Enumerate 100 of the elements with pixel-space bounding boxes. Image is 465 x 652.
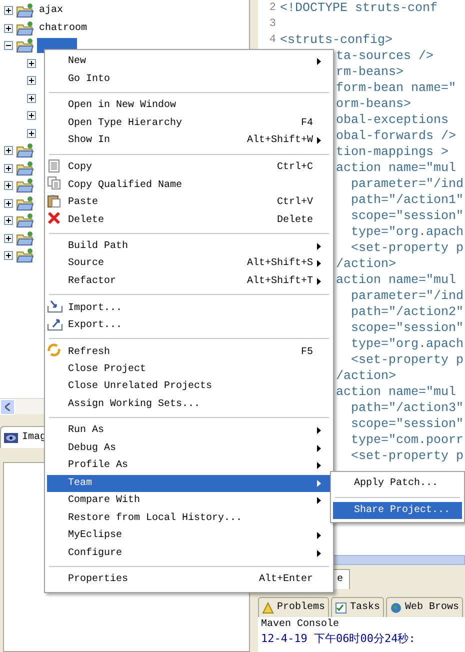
expander-icon[interactable] <box>4 216 13 226</box>
view-tab[interactable]: Tasks <box>331 597 384 617</box>
globe-icon <box>390 602 402 614</box>
menu-item[interactable]: Configure <box>47 544 331 562</box>
expander-icon[interactable] <box>4 6 13 16</box>
checklist-icon <box>335 602 348 614</box>
menu-item[interactable]: Show In Alt+Shift+W <box>47 132 331 150</box>
code-line: <!DOCTYPE struts-conf <box>280 1 438 15</box>
expander-icon[interactable] <box>4 164 13 173</box>
export-icon <box>47 316 63 330</box>
expander-icon[interactable] <box>4 198 13 208</box>
code-line: ta-sources /> <box>336 49 434 63</box>
menu-item[interactable]: Refactor Alt+Shift+T <box>47 272 331 290</box>
line-number: 4 <box>268 34 276 46</box>
expander-icon[interactable] <box>4 234 13 243</box>
menu-item[interactable]: Open Type Hierarchy F4 <box>47 114 331 132</box>
code-line: path="/action3" <box>350 401 464 415</box>
project-folder-icon <box>16 38 34 54</box>
menu-item[interactable]: Delete Delete <box>47 211 331 228</box>
code-line: scope="session" <box>350 417 464 431</box>
view-tab[interactable]: Web Brows <box>386 597 464 617</box>
code-line: path="/action1" <box>350 193 464 207</box>
copy-icon <box>47 158 61 172</box>
code-line: tion-mappings > <box>336 145 449 159</box>
shortcut-label: F5 <box>300 346 314 358</box>
code-line: action name="mul <box>336 273 456 287</box>
shortcut-label: Ctrl+V <box>276 197 314 208</box>
clipboard-icon <box>47 194 61 208</box>
menu-item[interactable]: Apply Patch... <box>333 475 462 492</box>
project-name[interactable]: chatroom <box>37 22 90 35</box>
shortcut-label: Ctrl+C <box>276 162 314 173</box>
expander-icon[interactable] <box>4 251 13 260</box>
menu-item[interactable]: Refresh F5 <box>47 343 331 360</box>
console-title: Maven Console <box>261 619 340 630</box>
code-line: action name="mul <box>336 385 456 399</box>
project-folder-icon <box>16 213 34 228</box>
code-line: <struts-config> <box>280 33 393 47</box>
menu-item[interactable]: Properties Alt+Enter <box>47 571 331 588</box>
scroll-left-icon[interactable] <box>5 403 10 411</box>
code-line: orm-beans> <box>336 97 412 111</box>
menu-item[interactable]: Go Into <box>47 70 331 88</box>
code-line: scope="session" <box>350 321 464 335</box>
expander-icon[interactable] <box>27 76 36 86</box>
project-folder-icon <box>16 178 34 194</box>
project-folder-icon <box>16 230 34 246</box>
code-line: type="org.apach <box>350 337 464 351</box>
menu-item[interactable]: Assign Working Sets... <box>47 396 331 413</box>
menu-item[interactable]: Team <box>47 474 331 492</box>
expander-icon[interactable] <box>4 24 13 33</box>
expander-icon[interactable] <box>4 41 13 50</box>
code-line: parameter="/ind <box>350 177 464 191</box>
expander-icon[interactable] <box>4 181 13 190</box>
menu-item[interactable]: Close Project <box>47 360 331 378</box>
eye-icon <box>4 432 18 442</box>
expander-icon[interactable] <box>27 58 36 68</box>
code-line: path="/action2" <box>350 305 464 319</box>
menu-item[interactable]: Export... <box>47 316 331 334</box>
project-folder-icon <box>16 248 34 264</box>
project-folder-icon <box>16 3 34 18</box>
view-tab[interactable]: Problems <box>258 597 330 617</box>
console-line: 12-4-19 下午06时00分24秒: <box>261 631 416 646</box>
menu-item[interactable]: Open in New Window <box>47 97 331 114</box>
menu-item[interactable]: Import... <box>47 299 331 316</box>
project-folder-icon <box>16 196 34 211</box>
warning-icon <box>262 602 274 614</box>
project-name[interactable]: ajax <box>37 4 66 18</box>
menu-item[interactable]: MyEclipse <box>47 527 331 544</box>
menu-item[interactable]: Source Alt+Shift+S <box>47 255 331 272</box>
menu-item[interactable]: Close Unrelated Projects <box>47 378 331 396</box>
menu-item[interactable]: Build Path <box>47 238 331 255</box>
expander-icon[interactable] <box>27 111 36 120</box>
shortcut-label: Alt+Shift+T <box>246 276 314 287</box>
menu-item[interactable]: Profile As <box>47 457 331 474</box>
expander-icon[interactable] <box>27 94 36 103</box>
import-icon <box>47 299 63 313</box>
code-line: obal-exceptions <box>336 113 449 127</box>
expander-icon[interactable] <box>27 128 36 138</box>
code-line: /action> <box>336 257 396 271</box>
menu-item[interactable]: Copy Qualified Name <box>47 176 331 194</box>
code-line: scope="session" <box>350 209 464 223</box>
menu-item[interactable]: Copy Ctrl+C <box>47 158 331 176</box>
project-folder-icon <box>16 143 34 158</box>
code-line: type="org.apach <box>350 225 464 239</box>
code-line: form-bean name=" <box>336 81 456 95</box>
menu-item[interactable]: Compare With <box>47 492 331 510</box>
code-line: <set-property p <box>350 353 464 367</box>
code-line: /action> <box>336 369 396 383</box>
menu-item[interactable]: Restore from Local History... <box>47 510 331 527</box>
expander-icon[interactable] <box>4 146 13 156</box>
project-folder-icon <box>16 20 34 36</box>
code-line: <set-property p <box>350 449 464 463</box>
shortcut-label: Alt+Shift+W <box>246 135 314 146</box>
code-line: type="com.poorr <box>350 433 464 447</box>
menu-item[interactable]: Share Project... <box>333 502 462 519</box>
project-folder-icon <box>16 160 34 176</box>
refresh-icon <box>47 343 61 357</box>
code-line: rm-beans> <box>336 65 404 79</box>
menu-item[interactable]: New <box>47 53 331 70</box>
code-line: action name="mul <box>336 161 456 175</box>
menu-item[interactable]: Paste Ctrl+V <box>47 194 331 211</box>
